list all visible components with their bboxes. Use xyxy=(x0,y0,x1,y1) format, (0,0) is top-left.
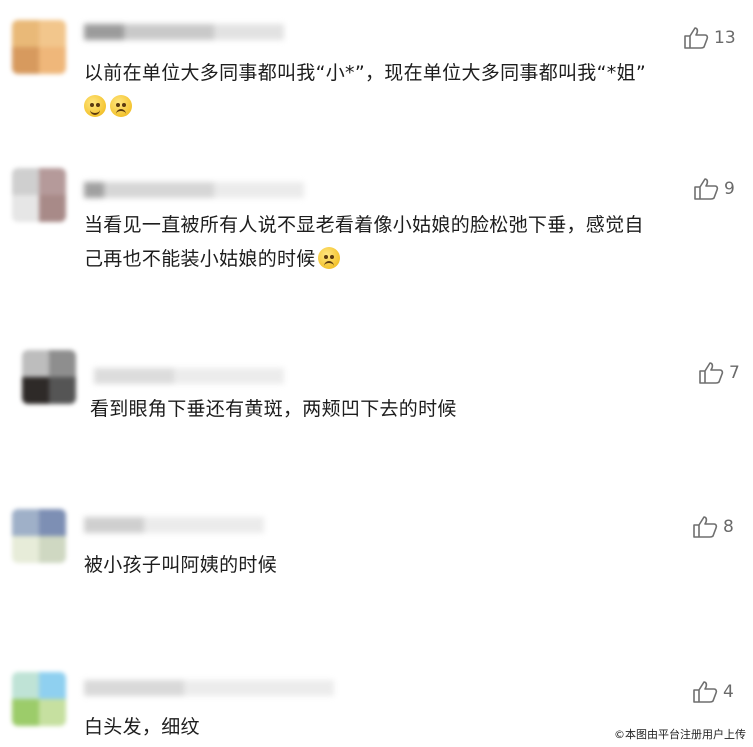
like-count: 13 xyxy=(714,28,736,48)
avatar[interactable] xyxy=(12,509,66,563)
username-blurred[interactable] xyxy=(94,366,324,386)
comment-3: 7 看到眼角下垂还有黄斑，两颊凹下去的时候 xyxy=(0,330,753,480)
comment-text-line: 看到眼角下垂还有黄斑，两颊凹下去的时候 xyxy=(90,398,457,420)
comment-text: 白头发，细纹 xyxy=(84,710,484,744)
avatar[interactable] xyxy=(12,168,66,222)
comment-2: 9 当看见一直被所有人说不显老看着像小姑娘的脸松弛下垂，感觉自 己再也不能装小姑… xyxy=(0,150,753,320)
like-count: 8 xyxy=(723,517,734,537)
thumbs-up-icon xyxy=(699,362,724,384)
like-button[interactable]: 9 xyxy=(693,177,735,201)
comment-text-line: 被小孩子叫阿姨的时候 xyxy=(84,554,278,576)
comment-text-line-2: 己再也不能装小姑娘的时候 xyxy=(84,248,316,270)
username-blurred[interactable] xyxy=(84,22,294,42)
like-count: 4 xyxy=(723,682,734,702)
awkward-emoji-icon xyxy=(110,95,132,117)
comment-4: 8 被小孩子叫阿姨的时候 xyxy=(0,495,753,645)
like-count: 7 xyxy=(729,363,740,383)
comment-text-line: 当看见一直被所有人说不显老看着像小姑娘的脸松弛下垂，感觉自 xyxy=(84,214,644,236)
watermark: ©本图由平台注册用户上传 xyxy=(611,725,749,743)
comment-text: 被小孩子叫阿姨的时候 xyxy=(84,548,724,582)
comment-text: 当看见一直被所有人说不显老看着像小姑娘的脸松弛下垂，感觉自 己再也不能装小姑娘的… xyxy=(84,208,749,276)
awkward-emoji-icon xyxy=(317,247,340,269)
avatar[interactable] xyxy=(12,672,66,726)
smile-emoji-icon xyxy=(84,95,106,117)
emoji-row xyxy=(84,90,744,124)
username-blurred[interactable] xyxy=(84,515,284,535)
avatar[interactable] xyxy=(12,20,66,74)
comment-text-line: 以前在单位大多同事都叫我“小*”，现在单位大多同事都叫我“*姐” xyxy=(84,62,646,84)
thumbs-up-icon xyxy=(693,681,718,703)
like-button[interactable]: 7 xyxy=(698,361,740,385)
thumbs-up-icon xyxy=(693,516,718,538)
username-blurred[interactable] xyxy=(84,678,364,698)
comment-text: 看到眼角下垂还有黄斑，两颊凹下去的时候 xyxy=(90,392,730,426)
like-count: 9 xyxy=(724,179,735,199)
like-button[interactable]: 13 xyxy=(683,26,736,50)
thumbs-up-icon xyxy=(694,178,719,200)
comment-text-line: 白头发，细纹 xyxy=(84,716,200,738)
comment-text: 以前在单位大多同事都叫我“小*”，现在单位大多同事都叫我“*姐” xyxy=(84,56,744,124)
thumbs-up-icon xyxy=(684,27,709,49)
comment-1: 13 以前在单位大多同事都叫我“小*”，现在单位大多同事都叫我“*姐” xyxy=(0,0,753,150)
comment-text-line: 己再也不能装小姑娘的时候 xyxy=(84,242,749,276)
username-blurred[interactable] xyxy=(84,180,314,200)
like-button[interactable]: 8 xyxy=(692,515,734,539)
like-button[interactable]: 4 xyxy=(692,680,734,704)
avatar[interactable] xyxy=(22,350,76,404)
